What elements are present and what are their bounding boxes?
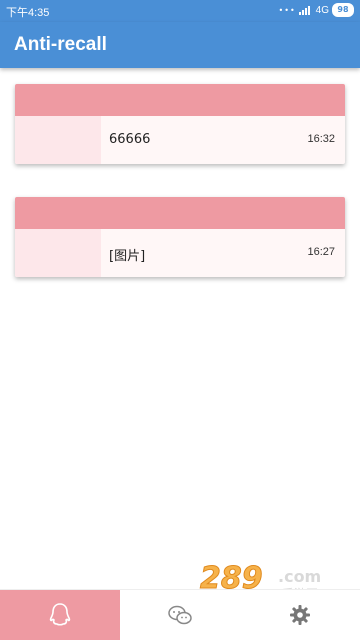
message-text: 66666: [109, 132, 151, 147]
message-time: 16:32: [307, 133, 335, 145]
wechat-icon: [168, 605, 192, 625]
status-bar: 下午4:35 ••• 4G 98: [0, 0, 360, 22]
card-header: [15, 197, 345, 229]
status-icons: ••• 4G 98: [278, 3, 354, 17]
tab-settings[interactable]: [240, 590, 360, 640]
settings-gear-icon: [290, 605, 310, 625]
card-avatar-area: [15, 116, 101, 164]
qq-icon: [49, 603, 71, 626]
message-text: [图片]: [109, 249, 146, 264]
tab-qq[interactable]: [0, 590, 120, 640]
status-time: 下午4:35: [6, 7, 50, 19]
notification-dots-icon: •••: [278, 5, 296, 15]
card-avatar-area: [15, 229, 101, 277]
svg-text:.com: .com: [278, 567, 321, 586]
battery-indicator: 98: [332, 3, 354, 17]
message-time: 16:27: [307, 246, 335, 258]
tab-wechat[interactable]: [120, 590, 240, 640]
network-type: 4G: [315, 4, 329, 16]
bottom-nav: [0, 589, 360, 640]
card-header: [15, 84, 345, 116]
app-title: Anti-recall: [14, 34, 107, 55]
app-bar: Anti-recall: [0, 22, 360, 68]
message-card[interactable]: [图片] 16:27: [15, 197, 345, 277]
signal-icon: [298, 6, 310, 15]
message-card[interactable]: 66666 16:32: [15, 84, 345, 164]
